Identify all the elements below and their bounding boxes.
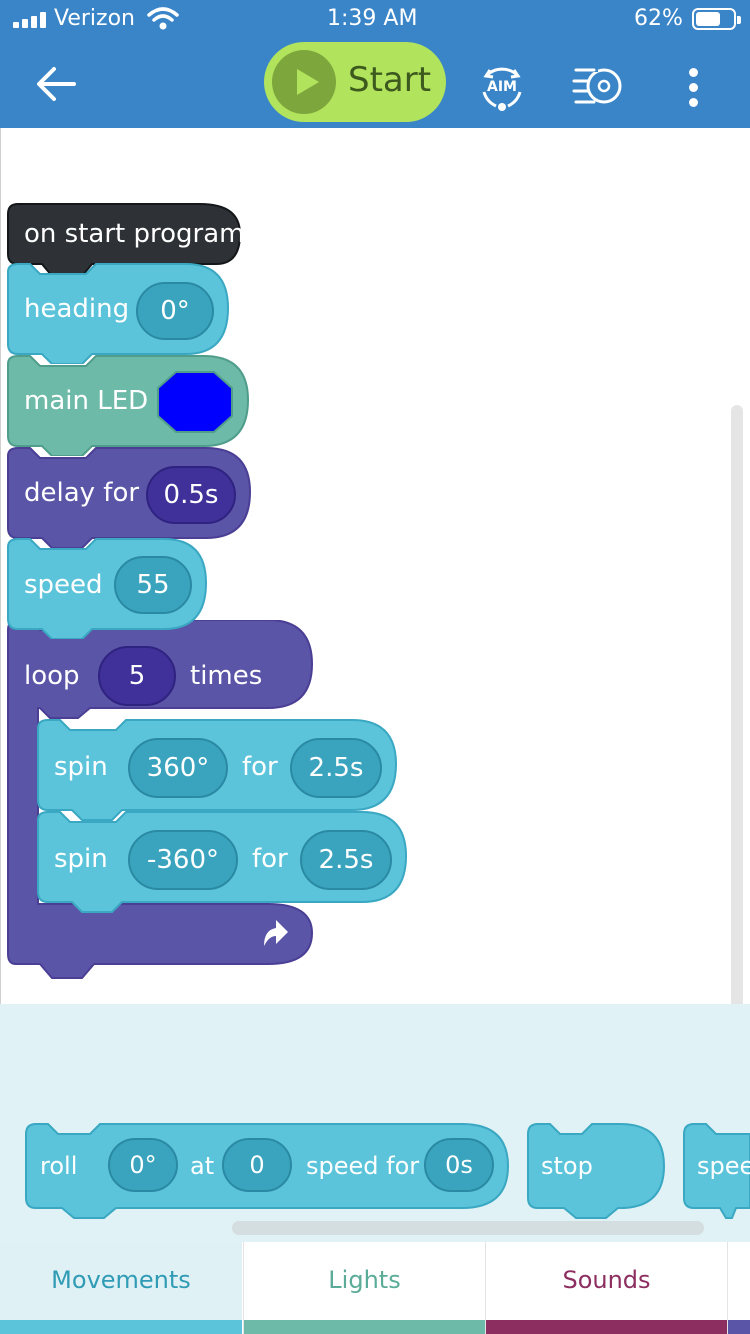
partial-speed-block[interactable]: spee	[697, 1126, 750, 1206]
aim-icon[interactable]: AIM	[476, 60, 528, 112]
wifi-icon	[147, 7, 179, 30]
delay-value-input[interactable]: 0.5s	[146, 466, 236, 524]
loop-count-input[interactable]: 5	[98, 646, 176, 706]
roll-heading-input[interactable]: 0°	[108, 1138, 178, 1192]
speed-label: speed	[24, 570, 103, 600]
battery-icon	[692, 8, 741, 30]
spin-label: spin	[54, 844, 108, 874]
spin-for-label: for	[242, 752, 278, 782]
roll-duration: 0s	[445, 1151, 473, 1179]
loop-count: 5	[128, 661, 146, 691]
tab-lights-label: Lights	[328, 1266, 401, 1294]
spin-duration-input[interactable]: 2.5s	[290, 738, 382, 798]
battery-percent: 62%	[634, 6, 683, 31]
roll-speed: 0	[249, 1151, 265, 1179]
spin-duration: 2.5s	[308, 753, 364, 783]
start-block-label: on start program	[24, 219, 245, 249]
loop-times-label: times	[190, 661, 263, 691]
drive-icon[interactable]	[572, 62, 624, 110]
tab-movements-label: Movements	[51, 1266, 191, 1294]
delay-label: delay for	[24, 478, 140, 508]
canvas-scrollbar[interactable]	[731, 405, 743, 1047]
aim-label: AIM	[487, 79, 517, 95]
speed-value: 55	[136, 570, 170, 600]
loop-repeat-icon	[264, 920, 288, 946]
spin-duration: 2.5s	[318, 845, 374, 875]
tab-lights[interactable]: Lights	[243, 1242, 485, 1334]
roll-speed-for-label: speed for	[306, 1152, 420, 1180]
roll-at-label: at	[190, 1152, 215, 1180]
spin-angle-input[interactable]: 360°	[128, 738, 228, 798]
clock: 1:39 AM	[327, 6, 418, 31]
stop-label: stop	[541, 1152, 593, 1180]
spin-for-label: for	[252, 844, 288, 874]
delay-value: 0.5s	[163, 480, 219, 510]
roll-speed-input[interactable]: 0	[222, 1138, 292, 1192]
heading-label: heading	[24, 294, 130, 324]
heading-value-input[interactable]: 0°	[136, 282, 214, 340]
back-arrow-icon[interactable]	[28, 58, 84, 114]
tab-sounds[interactable]: Sounds	[485, 1242, 727, 1334]
led-color-swatch[interactable]	[156, 370, 236, 434]
play-icon	[272, 50, 336, 114]
spin-angle: -360°	[146, 845, 219, 875]
tab-sounds-label: Sounds	[562, 1266, 651, 1294]
spin-duration-input[interactable]: 2.5s	[300, 830, 392, 890]
heading-value: 0°	[160, 296, 190, 326]
carrier-label: Verizon	[54, 6, 135, 31]
roll-heading: 0°	[129, 1151, 157, 1179]
spin-angle-input[interactable]: -360°	[128, 830, 238, 890]
main-led-label: main LED	[24, 386, 149, 416]
tab-next-partial[interactable]	[727, 1242, 750, 1334]
partial-label: spee	[697, 1152, 750, 1180]
roll-duration-input[interactable]: 0s	[424, 1138, 494, 1192]
palette-scrollbar[interactable]	[232, 1221, 704, 1235]
more-options-icon[interactable]	[680, 66, 708, 110]
tab-movements[interactable]: Movements	[0, 1242, 242, 1334]
start-label: Start	[348, 60, 432, 100]
spin-label: spin	[54, 752, 108, 782]
spin-angle: 360°	[146, 753, 210, 783]
app-header: Verizon 1:39 AM 62% Start AIM	[0, 0, 750, 128]
speed-value-input[interactable]: 55	[114, 556, 192, 614]
roll-label: roll	[40, 1152, 78, 1180]
start-button[interactable]: Start	[264, 42, 446, 122]
loop-label: loop	[24, 661, 80, 691]
signal-icon	[13, 12, 47, 28]
